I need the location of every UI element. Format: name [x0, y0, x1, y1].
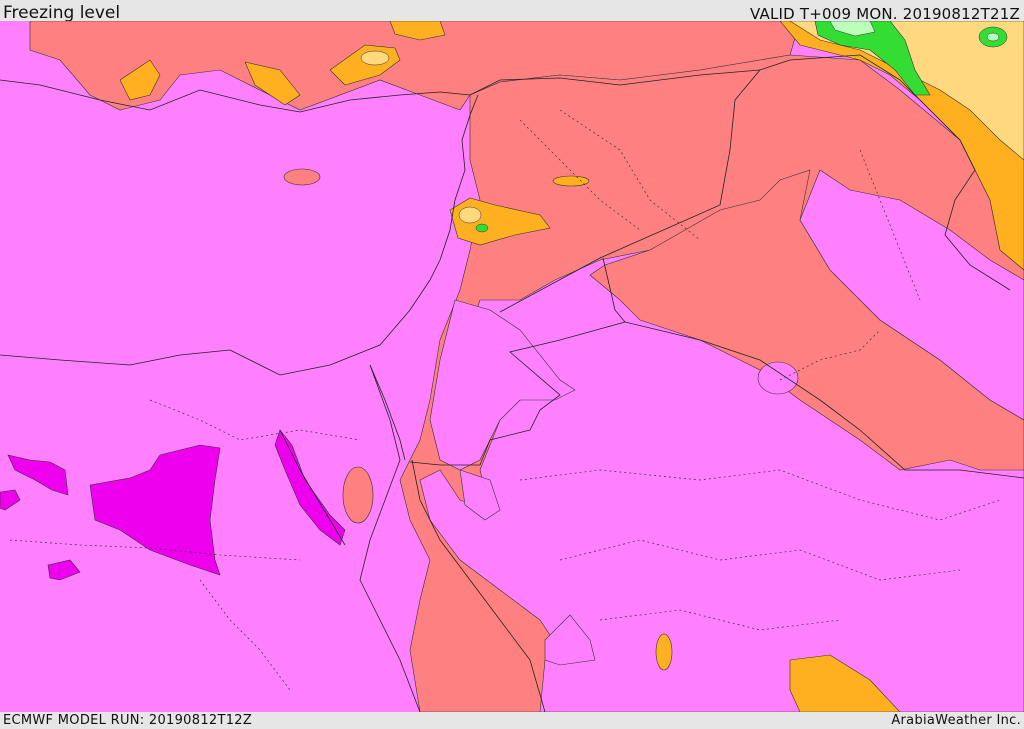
light-orange-patch-turkey	[360, 50, 390, 66]
freezing-level-map	[0, 21, 1024, 712]
footer-bar: ECMWF MODEL RUN: 20190812T12Z ArabiaWeat…	[0, 712, 1024, 729]
map-frame	[0, 21, 1024, 712]
header-bar: Freezing level VALID T+009 MON. 20190812…	[0, 0, 1024, 23]
salmon-patch-sinai	[342, 466, 374, 524]
credit-label: ArabiaWeather Inc.	[891, 713, 1021, 728]
orange-patch-syria	[552, 175, 590, 187]
magenta-patch-desert	[757, 361, 799, 395]
light-green-patch-zagros	[986, 32, 1000, 42]
model-run-label: ECMWF MODEL RUN: 20190812T12Z	[3, 713, 253, 728]
green-patch-lebanon	[475, 223, 489, 233]
light-orange-patch-lebanon	[458, 206, 482, 224]
orange-patch-hejaz	[655, 633, 673, 671]
salmon-patch-cyprus	[283, 168, 321, 186]
